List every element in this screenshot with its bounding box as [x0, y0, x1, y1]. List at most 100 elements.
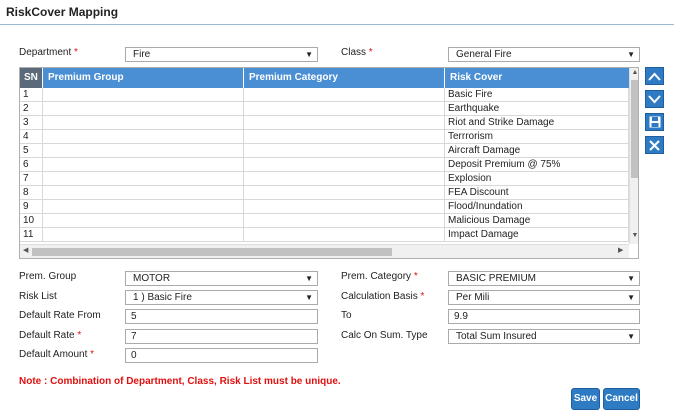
- rate-from-label: Default Rate From: [19, 310, 101, 321]
- cell-premium-group: [43, 158, 244, 172]
- window-title: RiskCover Mapping: [6, 5, 119, 19]
- grid-horizontal-scrollbar[interactable]: ◀ ▶: [20, 244, 629, 258]
- chevron-down-icon: ▼: [627, 50, 635, 59]
- prem-category-label: Prem. Category *: [341, 271, 418, 282]
- cell-sn: 11: [20, 228, 43, 242]
- delete-row-button[interactable]: [645, 136, 664, 154]
- column-header-premium-group[interactable]: Premium Group: [43, 68, 244, 88]
- scroll-up-arrow-icon[interactable]: ▲: [630, 69, 638, 76]
- default-rate-label: Default Rate *: [19, 330, 82, 341]
- cell-premium-group: [43, 214, 244, 228]
- table-row[interactable]: 4 Terrrorism: [20, 130, 629, 144]
- table-row[interactable]: 2 Earthquake: [20, 102, 629, 116]
- title-divider: [0, 24, 674, 25]
- move-up-icon: [648, 72, 661, 81]
- risk-cover-grid: SN Premium Group Premium Category Risk C…: [19, 67, 639, 259]
- cell-risk-cover: Impact Damage: [445, 228, 629, 242]
- cell-sn: 4: [20, 130, 43, 144]
- cell-premium-category: [244, 172, 445, 186]
- cell-risk-cover: Terrrorism: [445, 130, 629, 144]
- grid-body: 1 Basic Fire 2 Earthquake 3 Riot and Strike D…: [20, 88, 629, 244]
- cell-premium-group: [43, 172, 244, 186]
- table-row[interactable]: 10 Malicious Damage: [20, 214, 629, 228]
- table-row[interactable]: 5 Aircraft Damage: [20, 144, 629, 158]
- risk-list-label: Risk List: [19, 291, 57, 302]
- scroll-left-arrow-icon[interactable]: ◀: [23, 246, 28, 254]
- class-select[interactable]: General Fire ▼: [448, 47, 640, 62]
- department-select[interactable]: Fire ▼: [125, 47, 318, 62]
- calc-on-label: Calc On Sum. Type: [341, 330, 428, 341]
- cell-premium-category: [244, 102, 445, 116]
- chevron-down-icon: ▼: [627, 332, 635, 341]
- cell-premium-category: [244, 144, 445, 158]
- cell-premium-category: [244, 130, 445, 144]
- cell-premium-group: [43, 130, 244, 144]
- cell-sn: 8: [20, 186, 43, 200]
- cell-sn: 3: [20, 116, 43, 130]
- chevron-down-icon: ▼: [627, 274, 635, 283]
- grid-vertical-scrollbar[interactable]: ▲ ▼: [629, 68, 638, 244]
- cell-premium-category: [244, 214, 445, 228]
- move-up-button[interactable]: [645, 67, 664, 85]
- cell-risk-cover: Aircraft Damage: [445, 144, 629, 158]
- table-row[interactable]: 3 Riot and Strike Damage: [20, 116, 629, 130]
- chevron-down-icon: ▼: [627, 293, 635, 302]
- cell-risk-cover: FEA Discount: [445, 186, 629, 200]
- department-label: Department *: [19, 47, 78, 58]
- cell-premium-category: [244, 186, 445, 200]
- cell-risk-cover: Explosion: [445, 172, 629, 186]
- cell-premium-category: [244, 116, 445, 130]
- table-row[interactable]: 11 Impact Damage: [20, 228, 629, 242]
- cell-premium-category: [244, 158, 445, 172]
- calc-on-select[interactable]: Total Sum Insured ▼: [448, 329, 640, 344]
- cell-premium-group: [43, 102, 244, 116]
- save-row-button[interactable]: [645, 113, 664, 131]
- default-amount-input[interactable]: 0: [125, 348, 318, 363]
- cell-sn: 1: [20, 88, 43, 102]
- prem-group-select[interactable]: MOTOR ▼: [125, 271, 318, 286]
- default-amount-label: Default Amount *: [19, 349, 95, 360]
- validation-note: Note : Combination of Department, Class,…: [19, 376, 341, 387]
- cell-risk-cover: Earthquake: [445, 102, 629, 116]
- cell-risk-cover: Deposit Premium @ 75%: [445, 158, 629, 172]
- table-row[interactable]: 8 FEA Discount: [20, 186, 629, 200]
- cell-sn: 10: [20, 214, 43, 228]
- cell-sn: 9: [20, 200, 43, 214]
- horizontal-scroll-thumb[interactable]: [32, 248, 392, 256]
- cell-premium-group: [43, 116, 244, 130]
- table-row[interactable]: 6 Deposit Premium @ 75%: [20, 158, 629, 172]
- move-down-button[interactable]: [645, 90, 664, 108]
- rate-from-input[interactable]: 5: [125, 309, 318, 324]
- calc-basis-label: Calculation Basis *: [341, 291, 425, 302]
- cell-sn: 6: [20, 158, 43, 172]
- risk-list-select[interactable]: 1 ) Basic Fire ▼: [125, 290, 318, 305]
- column-header-premium-category[interactable]: Premium Category: [244, 68, 445, 88]
- cell-premium-category: [244, 200, 445, 214]
- column-header-risk-cover[interactable]: Risk Cover: [445, 68, 629, 88]
- calc-basis-select[interactable]: Per Mili ▼: [448, 290, 640, 305]
- column-header-sn[interactable]: SN: [20, 68, 43, 88]
- cell-premium-category: [244, 88, 445, 102]
- delete-icon: [649, 139, 660, 151]
- rate-to-input[interactable]: 9.9: [448, 309, 640, 324]
- cell-risk-cover: Flood/Inundation: [445, 200, 629, 214]
- prem-group-label: Prem. Group: [19, 271, 77, 282]
- scroll-right-arrow-icon[interactable]: ▶: [618, 246, 623, 254]
- chevron-down-icon: ▼: [305, 274, 313, 283]
- default-rate-input[interactable]: 7: [125, 329, 318, 344]
- cell-premium-group: [43, 228, 244, 242]
- cell-sn: 5: [20, 144, 43, 158]
- cancel-button[interactable]: Cancel: [603, 388, 640, 410]
- table-row[interactable]: 7 Explosion: [20, 172, 629, 186]
- cell-risk-cover: Malicious Damage: [445, 214, 629, 228]
- vertical-scroll-thumb[interactable]: [631, 80, 638, 178]
- table-row[interactable]: 1 Basic Fire: [20, 88, 629, 102]
- table-row[interactable]: 9 Flood/Inundation: [20, 200, 629, 214]
- cell-premium-group: [43, 88, 244, 102]
- cell-premium-group: [43, 144, 244, 158]
- save-button[interactable]: Save: [571, 388, 600, 410]
- prem-category-select[interactable]: BASIC PREMIUM ▼: [448, 271, 640, 286]
- save-icon: [649, 116, 660, 128]
- to-label: To: [341, 310, 352, 321]
- scroll-down-arrow-icon[interactable]: ▼: [630, 232, 638, 239]
